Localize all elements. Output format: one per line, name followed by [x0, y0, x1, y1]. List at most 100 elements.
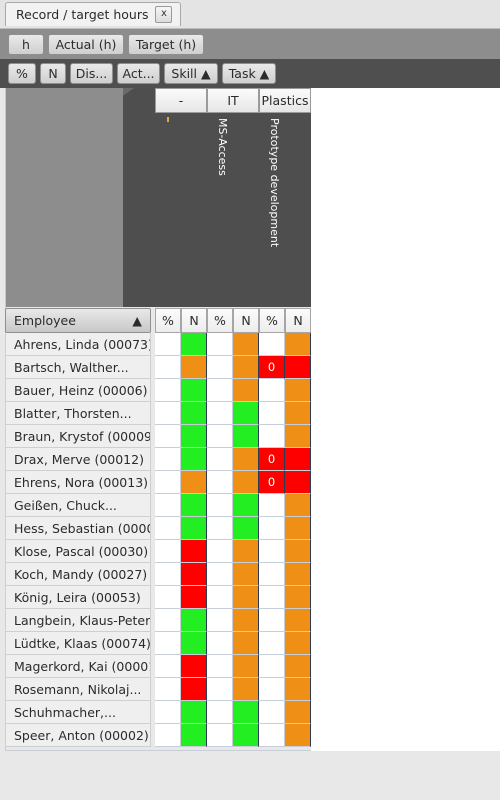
table-row[interactable]: Geißen, Chuck... [5, 494, 311, 517]
data-cell[interactable] [181, 379, 207, 402]
data-cell[interactable] [233, 609, 259, 632]
table-row[interactable]: Drax, Merve (00012) 0 [5, 448, 311, 471]
data-cell[interactable] [259, 517, 285, 540]
data-cell[interactable] [259, 701, 285, 724]
data-cell[interactable] [155, 586, 181, 609]
employee-name-cell[interactable]: Geißen, Chuck... [5, 494, 151, 517]
data-cell[interactable] [285, 609, 311, 632]
data-cell[interactable] [207, 632, 233, 655]
data-cell[interactable] [259, 563, 285, 586]
group-header-1[interactable]: IT [207, 88, 259, 113]
table-row[interactable]: Ahrens, Linda (00073) [5, 333, 311, 356]
data-cell[interactable] [207, 517, 233, 540]
data-cell[interactable] [181, 724, 207, 747]
data-cell[interactable] [233, 494, 259, 517]
table-row[interactable]: Schuhmacher,... [5, 701, 311, 724]
data-cell[interactable] [155, 425, 181, 448]
employee-name-cell[interactable]: Hess, Sebastian (00003) [5, 517, 151, 540]
data-cell[interactable] [181, 632, 207, 655]
table-row[interactable]: Speer, Anton (00002) [5, 724, 311, 747]
employee-name-cell[interactable]: Blatter, Thorsten... [5, 402, 151, 425]
data-cell[interactable]: 0 [259, 356, 285, 379]
data-cell[interactable] [233, 632, 259, 655]
toolbar-primary-button-0[interactable]: h [8, 34, 44, 55]
data-cell[interactable] [155, 471, 181, 494]
data-cell[interactable] [233, 333, 259, 356]
data-cell[interactable] [207, 471, 233, 494]
data-cell[interactable] [285, 540, 311, 563]
data-cell[interactable] [285, 655, 311, 678]
data-cell[interactable] [155, 494, 181, 517]
data-cell[interactable] [207, 609, 233, 632]
data-cell[interactable] [207, 402, 233, 425]
data-cell[interactable] [181, 471, 207, 494]
data-cell[interactable] [233, 586, 259, 609]
employee-name-cell[interactable]: Ehrens, Nora (00013) [5, 471, 151, 494]
toolbar-secondary-button-1[interactable]: N [40, 63, 66, 84]
table-row[interactable]: Langbein, Klaus-Peter... [5, 609, 311, 632]
table-row[interactable]: König, Leira (00053) [5, 586, 311, 609]
data-cell[interactable] [285, 517, 311, 540]
data-cell[interactable] [259, 724, 285, 747]
data-cell[interactable] [285, 402, 311, 425]
data-cell[interactable] [181, 333, 207, 356]
group-header-2[interactable]: Plastics [259, 88, 311, 113]
data-cell[interactable] [233, 655, 259, 678]
data-cell[interactable] [181, 448, 207, 471]
data-cell[interactable] [155, 609, 181, 632]
toolbar-primary-button-2[interactable]: Target (h) [128, 34, 204, 55]
data-cell[interactable] [233, 540, 259, 563]
employee-name-cell[interactable]: Drax, Merve (00012) [5, 448, 151, 471]
group-header-0[interactable]: - [155, 88, 207, 113]
data-cell[interactable] [233, 471, 259, 494]
employee-name-cell[interactable]: Magerkord, Kai (00001) [5, 655, 151, 678]
toolbar-secondary-button-3[interactable]: Act... [117, 63, 160, 84]
data-cell[interactable] [233, 425, 259, 448]
data-cell[interactable] [233, 517, 259, 540]
column-header-employee[interactable]: Employee ▲ [5, 308, 151, 333]
employee-name-cell[interactable]: König, Leira (00053) [5, 586, 151, 609]
sub-column-header-1[interactable]: N [181, 308, 207, 333]
data-cell[interactable] [207, 379, 233, 402]
toolbar-secondary-button-0[interactable]: % [8, 63, 36, 84]
data-cell[interactable] [259, 333, 285, 356]
data-cell[interactable] [207, 701, 233, 724]
data-cell[interactable] [181, 356, 207, 379]
data-cell[interactable] [259, 494, 285, 517]
data-cell[interactable] [233, 448, 259, 471]
data-cell[interactable] [259, 655, 285, 678]
toolbar-primary-button-1[interactable]: Actual (h) [48, 34, 124, 55]
data-cell[interactable] [233, 563, 259, 586]
data-cell[interactable] [259, 609, 285, 632]
data-cell[interactable] [259, 379, 285, 402]
data-cell[interactable] [181, 609, 207, 632]
data-cell[interactable] [181, 586, 207, 609]
data-cell[interactable] [181, 540, 207, 563]
data-cell[interactable] [207, 586, 233, 609]
employee-name-cell[interactable]: Koch, Mandy (00027) [5, 563, 151, 586]
sub-column-header-2[interactable]: % [207, 308, 233, 333]
data-cell[interactable] [207, 563, 233, 586]
data-cell[interactable] [285, 678, 311, 701]
data-cell[interactable] [233, 402, 259, 425]
data-cell[interactable] [207, 655, 233, 678]
data-cell[interactable] [259, 402, 285, 425]
employee-name-cell[interactable]: Bartsch, Walther... [5, 356, 151, 379]
data-cell[interactable] [181, 701, 207, 724]
data-cell[interactable] [285, 356, 311, 379]
close-icon[interactable]: x [155, 6, 173, 23]
employee-name-cell[interactable]: Braun, Krystof (00009) [5, 425, 151, 448]
data-cell[interactable] [181, 402, 207, 425]
employee-name-cell[interactable]: Langbein, Klaus-Peter... [5, 609, 151, 632]
employee-name-cell[interactable]: Ahrens, Linda (00073) [5, 333, 151, 356]
data-cell[interactable] [155, 379, 181, 402]
data-cell[interactable] [259, 586, 285, 609]
sub-column-header-3[interactable]: N [233, 308, 259, 333]
sub-column-header-5[interactable]: N [285, 308, 311, 333]
data-cell[interactable] [285, 701, 311, 724]
data-cell[interactable]: 0 [259, 471, 285, 494]
data-cell[interactable] [285, 333, 311, 356]
toolbar-secondary-button-4[interactable]: Skill ▲ [164, 63, 218, 84]
data-cell[interactable] [155, 402, 181, 425]
data-cell[interactable] [155, 632, 181, 655]
